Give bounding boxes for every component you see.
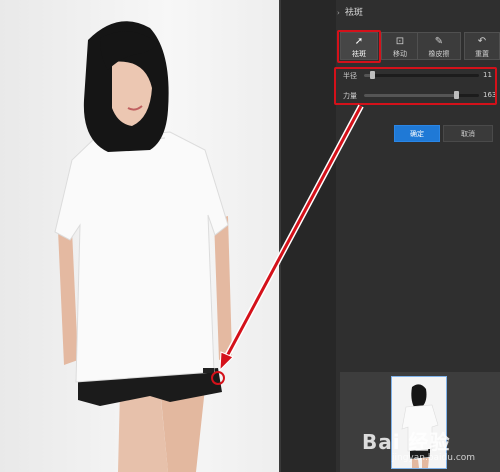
annotation-arrow-line [224,105,363,359]
brush-cursor-circle [211,371,225,385]
annotation-overlay [211,104,364,385]
